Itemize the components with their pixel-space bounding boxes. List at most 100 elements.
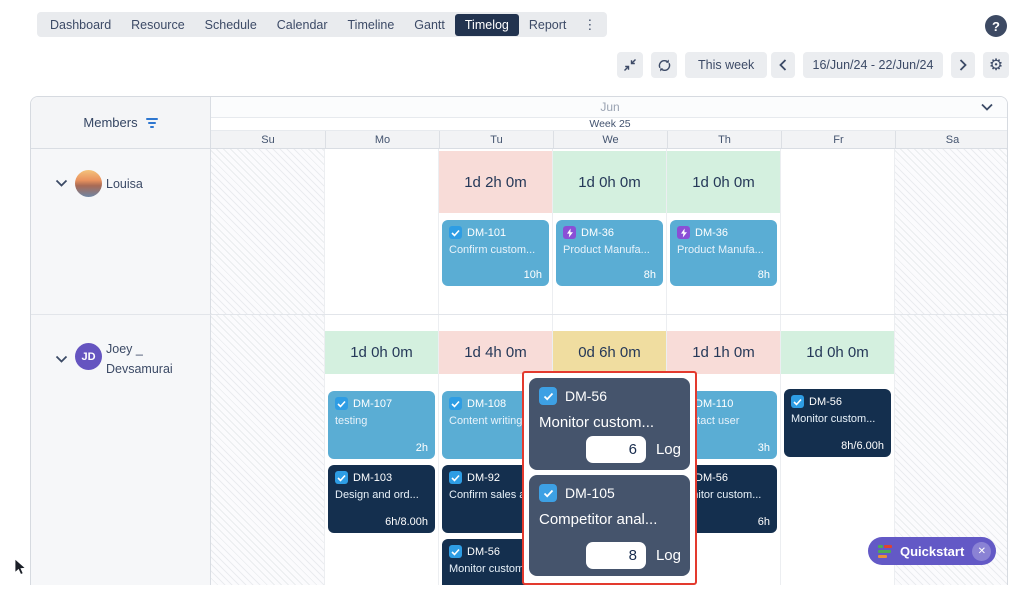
task-key: DM-107 xyxy=(353,398,392,410)
filter-icon[interactable] xyxy=(146,118,158,128)
avatar[interactable]: JD xyxy=(75,343,102,370)
task-title: Monitor custom... xyxy=(791,413,884,425)
member-name: Joey _ Devsamurai xyxy=(106,339,173,379)
task-title: testing xyxy=(335,415,428,427)
task-card[interactable]: DM-36 Product Manufa... 8h xyxy=(556,220,663,286)
task-check-icon xyxy=(335,397,348,410)
task-checkbox-icon[interactable] xyxy=(539,484,557,502)
task-hours: 8h xyxy=(758,269,770,281)
row-expand-chevron-icon[interactable] xyxy=(55,179,68,188)
task-card[interactable]: DM-36 Product Manufa... 8h xyxy=(670,220,777,286)
day-total-badge: 1d 1h 0m xyxy=(667,331,780,374)
next-week-button[interactable] xyxy=(951,52,975,78)
task-check-icon xyxy=(791,395,804,408)
quickstart-button[interactable]: Quickstart ✕ xyxy=(868,537,996,565)
tab-timeline[interactable]: Timeline xyxy=(338,14,405,36)
tab-gantt[interactable]: Gantt xyxy=(404,14,455,36)
task-hours: 6h xyxy=(758,516,770,528)
task-key: DM-36 xyxy=(581,227,614,239)
week-header: Week 25 xyxy=(211,118,1008,131)
settings-button[interactable]: ⚙ xyxy=(983,52,1009,78)
day-header-mo: Mo xyxy=(325,131,439,148)
task-key: DM-56 xyxy=(565,388,607,404)
quickstart-close-icon[interactable]: ✕ xyxy=(972,542,991,561)
tabs-more-icon[interactable]: ⋮ xyxy=(576,15,604,35)
task-hours: 8h/6.00h xyxy=(841,440,884,452)
task-key: DM-101 xyxy=(467,227,506,239)
prev-week-button[interactable] xyxy=(771,52,795,78)
timelog-page: Dashboard Resource Schedule Calendar Tim… xyxy=(0,0,1022,590)
log-work-card: DM-105 Competitor anal... Log xyxy=(529,475,690,576)
day-header-fr: Fr xyxy=(781,131,895,148)
timelog-grid: Jun Week 25 Su Mo Tu We Th Fr Sa Members xyxy=(30,96,1008,585)
task-hours: 2h xyxy=(416,442,428,454)
main-tabbar: Dashboard Resource Schedule Calendar Tim… xyxy=(37,12,607,37)
tab-timelog[interactable]: Timelog xyxy=(455,14,519,36)
day-header-we: We xyxy=(553,131,667,148)
mouse-cursor xyxy=(14,558,27,576)
day-total-badge: 1d 0h 0m xyxy=(781,331,894,374)
log-work-popup: DM-56 Monitor custom... Log DM-105 Compe… xyxy=(522,371,697,585)
avatar[interactable] xyxy=(75,170,102,197)
tab-schedule[interactable]: Schedule xyxy=(195,14,267,36)
collapse-view-button[interactable] xyxy=(617,52,643,78)
task-card[interactable]: DM-101 Confirm custom... 10h xyxy=(442,220,549,286)
day-total-badge: 1d 0h 0m xyxy=(325,331,438,374)
task-key: DM-92 xyxy=(467,472,500,484)
task-card[interactable]: DM-107 testing 2h xyxy=(328,391,435,459)
task-key: DM-36 xyxy=(695,227,728,239)
story-bolt-icon xyxy=(563,226,576,239)
month-header: Jun xyxy=(211,97,1008,118)
day-header-tu: Tu xyxy=(439,131,553,148)
task-check-icon xyxy=(449,471,462,484)
help-icon[interactable]: ? xyxy=(985,15,1007,37)
hours-input[interactable] xyxy=(586,436,646,463)
task-key: DM-110 xyxy=(695,398,733,410)
cell-sa xyxy=(895,149,1008,314)
task-key: DM-108 xyxy=(467,398,506,410)
member-name: Louisa xyxy=(106,174,143,194)
day-total-badge: 1d 0h 0m xyxy=(553,151,666,213)
task-hours: 8h xyxy=(644,269,656,281)
this-week-button[interactable]: This week xyxy=(685,52,767,78)
cell-su xyxy=(211,149,325,314)
task-hours: 6h/8.00h xyxy=(385,516,428,528)
task-title: Product Manufa... xyxy=(677,244,770,256)
chevron-down-icon[interactable] xyxy=(981,103,993,111)
day-total-badge: 1d 0h 0m xyxy=(667,151,780,213)
row-expand-chevron-icon[interactable] xyxy=(55,355,68,364)
month-label: Jun xyxy=(600,100,619,114)
chevron-right-icon xyxy=(959,59,967,71)
day-header-sa: Sa xyxy=(895,131,1008,148)
story-bolt-icon xyxy=(677,226,690,239)
task-card[interactable]: DM-56 Monitor custom... 8h/6.00h xyxy=(784,389,891,457)
member-cell: JD Joey _ Devsamurai xyxy=(31,315,211,585)
task-key: DM-103 xyxy=(353,472,392,484)
task-checkbox-icon[interactable] xyxy=(539,387,557,405)
task-check-icon xyxy=(449,545,462,558)
hours-input[interactable] xyxy=(586,542,646,569)
tab-resource[interactable]: Resource xyxy=(121,14,195,36)
cell-su xyxy=(211,315,325,585)
member-cell: Louisa xyxy=(31,149,211,314)
refresh-button[interactable] xyxy=(651,52,677,78)
members-label: Members xyxy=(83,115,137,130)
tab-dashboard[interactable]: Dashboard xyxy=(40,14,121,36)
task-key: DM-56 xyxy=(809,396,842,408)
day-header-th: Th xyxy=(667,131,781,148)
log-button[interactable]: Log xyxy=(656,441,681,458)
log-work-card: DM-56 Monitor custom... Log xyxy=(529,378,690,470)
chevron-left-icon xyxy=(779,59,787,71)
tab-calendar[interactable]: Calendar xyxy=(267,14,338,36)
task-key: DM-56 xyxy=(695,472,728,484)
task-key: DM-56 xyxy=(467,546,500,558)
task-card[interactable]: DM-103 Design and ord... 6h/8.00h xyxy=(328,465,435,533)
date-range-button[interactable]: 16/Jun/24 - 22/Jun/24 xyxy=(803,52,943,78)
this-week-label: This week xyxy=(698,58,754,72)
task-key: DM-105 xyxy=(565,485,615,501)
collapse-icon xyxy=(623,58,637,72)
member-row-joey: 1d 0h 0m 1d 4h 0m 0d 6h 0m 1d 1h 0m 1d 0… xyxy=(31,315,1008,585)
date-range-label: 16/Jun/24 - 22/Jun/24 xyxy=(813,58,934,72)
tab-report[interactable]: Report xyxy=(519,14,577,36)
log-button[interactable]: Log xyxy=(656,547,681,564)
